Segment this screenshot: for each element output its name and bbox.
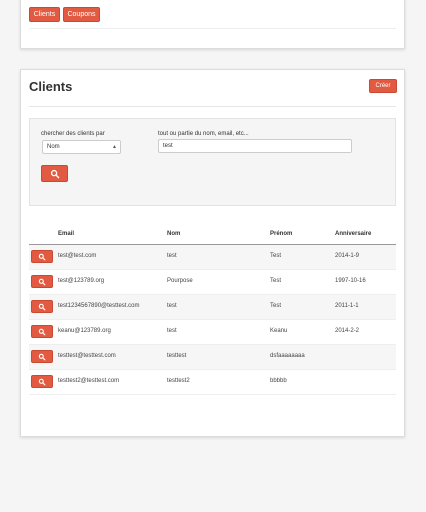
clients-card: Clients Créer chercher des clients par N… <box>20 69 405 437</box>
cell-nom: testtest <box>167 353 187 359</box>
cell-prenom: dsfaaaaaaaa <box>270 353 305 359</box>
table-row: test@123789.org Pourpose Test 1997-10-16 <box>29 270 396 295</box>
cell-prenom: bbbbb <box>270 378 287 384</box>
cell-email: test@test.com <box>58 253 97 259</box>
column-header-anniversaire: Anniversaire <box>335 231 372 237</box>
table-row: testtest2@testtest.com testtest2 bbbbb <box>29 370 396 395</box>
search-icon <box>38 378 46 385</box>
cell-prenom: Keanu <box>270 328 288 334</box>
cell-email: test@123789.org <box>58 278 105 284</box>
filter-select[interactable]: Nom ▲ <box>42 140 121 154</box>
search-panel: chercher des clients par Nom ▲ tout ou p… <box>29 118 396 206</box>
coupons-nav-button[interactable]: Coupons <box>63 7 100 22</box>
cell-anniversaire: 2011-1-1 <box>335 303 359 309</box>
search-icon <box>38 278 46 285</box>
row-search-button[interactable] <box>31 300 53 313</box>
search-icon <box>38 303 46 310</box>
row-search-button[interactable] <box>31 250 53 263</box>
clients-table-body: test@test.com test Test 2014-1-9 test@12… <box>29 245 396 395</box>
cell-anniversaire: 2014-2-2 <box>335 328 360 334</box>
table-row: test@test.com test Test 2014-1-9 <box>29 245 396 270</box>
cell-email: testtest@testtest.com <box>58 353 116 359</box>
row-search-button[interactable] <box>31 375 53 388</box>
search-icon <box>38 353 46 360</box>
search-input[interactable] <box>158 139 352 153</box>
cell-anniversaire: 1997-10-16 <box>335 278 366 284</box>
search-icon <box>50 169 59 178</box>
page-title: Clients <box>29 79 73 94</box>
query-label: tout ou partie du nom, email, etc... <box>158 131 249 137</box>
cell-email: test1234567890@testtest.com <box>58 303 140 309</box>
row-search-button[interactable] <box>31 325 53 338</box>
cell-nom: test <box>167 328 177 334</box>
filter-select-value: Nom <box>47 144 60 150</box>
top-nav-card: Clients Coupons <box>20 0 405 49</box>
cell-prenom: Test <box>270 278 282 284</box>
column-header-prenom: Prénom <box>270 231 293 237</box>
search-icon <box>38 253 46 260</box>
row-search-button[interactable] <box>31 350 53 363</box>
row-search-button[interactable] <box>31 275 53 288</box>
cell-anniversaire: 2014-1-9 <box>335 253 360 259</box>
column-header-email: Email <box>58 231 75 237</box>
cell-nom: test <box>167 253 177 259</box>
search-button[interactable] <box>41 165 68 182</box>
divider <box>29 106 396 107</box>
cell-prenom: Test <box>270 303 282 309</box>
table-header: Email Nom Prénom Anniversaire <box>29 229 396 245</box>
divider <box>29 28 396 29</box>
column-header-nom: Nom <box>167 231 181 237</box>
cell-email: testtest2@testtest.com <box>58 378 120 384</box>
clients-nav-button[interactable]: Clients <box>29 7 60 22</box>
create-button[interactable]: Créer <box>369 79 397 93</box>
cell-nom: test <box>167 303 177 309</box>
table-row: keanu@123789.org test Keanu 2014-2-2 <box>29 320 396 345</box>
table-row: test1234567890@testtest.com test Test 20… <box>29 295 396 320</box>
select-arrows-icon: ▲ <box>112 144 117 150</box>
search-icon <box>38 328 46 335</box>
cell-nom: testtest2 <box>167 378 190 384</box>
cell-email: keanu@123789.org <box>58 328 111 334</box>
filter-label: chercher des clients par <box>41 131 105 137</box>
cell-nom: Pourpose <box>167 278 193 284</box>
cell-prenom: Test <box>270 253 282 259</box>
table-row: testtest@testtest.com testtest dsfaaaaaa… <box>29 345 396 370</box>
